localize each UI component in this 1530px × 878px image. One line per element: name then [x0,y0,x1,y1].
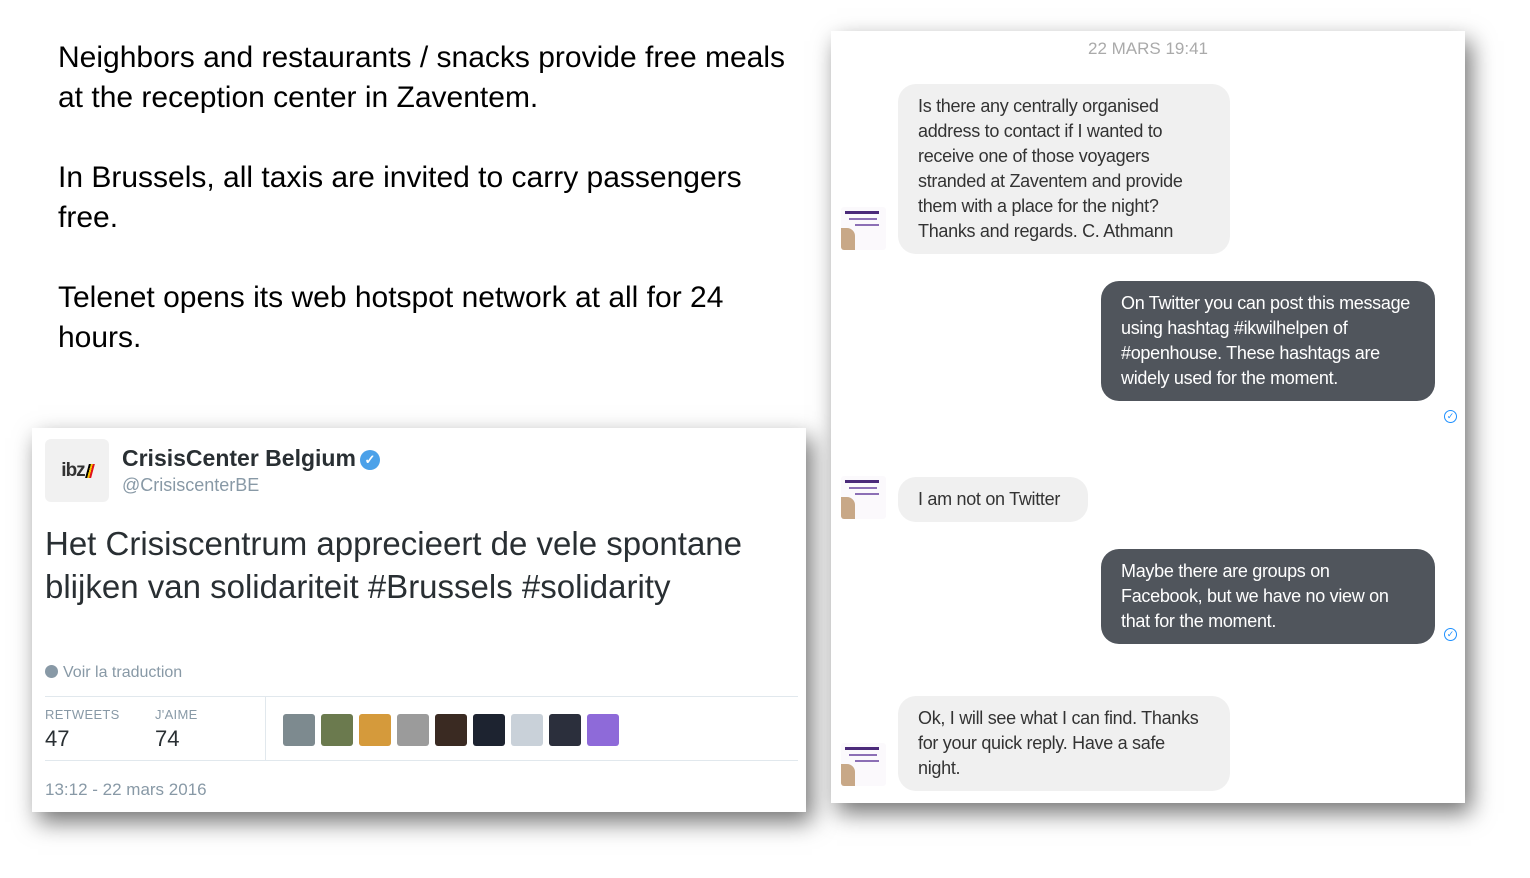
tweet-avatar[interactable]: ibz [45,439,109,502]
tweet-text: Het Crisiscentrum apprecieert de vele sp… [45,525,743,605]
message-bubble-received: I am not on Twitter [898,477,1088,522]
sender-avatar[interactable] [841,207,886,250]
intro-paragraph-taxis: In Brussels, all taxis are invited to ca… [58,161,742,234]
likes-count: 74 [155,726,180,751]
liker-avatar[interactable] [283,714,315,746]
intro-paragraph-telenet: Telenet opens its web hotspot network at… [58,281,724,354]
messenger-conversation: 22 MARS 19:41 Is there any centrally org… [831,31,1465,803]
liker-avatar[interactable] [321,714,353,746]
retweets-count: 47 [45,726,70,751]
liker-avatar[interactable] [587,714,619,746]
message-bubble-sent: On Twitter you can post this message usi… [1101,281,1435,401]
liker-avatars [283,714,619,746]
liker-avatar[interactable] [473,714,505,746]
tweet-date[interactable]: 13:12 - 22 mars 2016 [45,780,207,800]
avatar-logo-text: ibz [61,459,85,481]
divider [45,696,798,697]
author-name-label: CrisisCenter Belgium [122,445,356,471]
liker-avatar[interactable] [435,714,467,746]
tweet-author-name[interactable]: CrisisCenter Belgium ✓ [122,445,380,472]
message-bubble-received: Ok, I will see what I can find. Thanks f… [898,696,1230,791]
liker-avatar[interactable] [359,714,391,746]
liker-avatar[interactable] [549,714,581,746]
likes-stat[interactable]: J'AIME 74 [155,707,198,752]
divider [265,697,266,760]
likes-label: J'AIME [155,707,198,722]
sender-avatar[interactable] [841,743,886,786]
message-bubble-sent: Maybe there are groups on Facebook, but … [1101,549,1435,644]
intro-paragraph-meals: Neighbors and restaurants / snacks provi… [58,41,786,114]
translate-link[interactable]: Voir la traduction [45,664,182,682]
globe-icon [45,665,58,678]
sender-avatar[interactable] [841,476,886,519]
liker-avatar[interactable] [511,714,543,746]
intro-text: Neighbors and restaurants / snacks provi… [58,38,798,398]
retweets-stat[interactable]: RETWEETS 47 [45,707,120,752]
seen-check-icon: ✓ [1444,628,1457,641]
liker-avatar[interactable] [397,714,429,746]
belgian-flag-icon [84,463,95,478]
divider [45,760,798,761]
seen-check-icon: ✓ [1444,410,1457,423]
conversation-timestamp: 22 MARS 19:41 [1087,39,1208,58]
translate-label: Voir la traduction [63,664,183,681]
tweet-card: ibz CrisisCenter Belgium ✓ @CrisiscenterB… [32,428,806,812]
tweet-author-handle[interactable]: @CrisiscenterBE [122,475,259,496]
retweets-label: RETWEETS [45,707,120,722]
message-bubble-received: Is there any centrally organised address… [898,84,1230,254]
verified-badge-icon: ✓ [359,450,380,470]
